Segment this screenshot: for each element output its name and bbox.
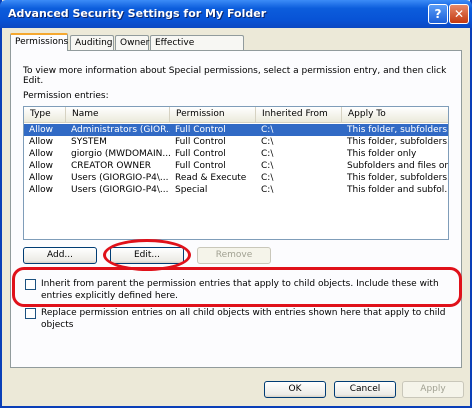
list-header: Type Name Permission Inherited From Appl… [24,107,448,123]
cell-inherited-from: C:\ [261,149,274,159]
replace-checkbox-label[interactable]: Replace permission entries on all child … [41,307,451,331]
tab-auditing[interactable]: Auditing [70,35,114,50]
cell-inherited-from: C:\ [261,161,274,171]
cell-type: Allow [29,173,54,183]
close-button[interactable]: ✕ [449,4,469,24]
cell-permission: Full Control [175,161,226,171]
column-header-type[interactable]: Type [24,107,66,122]
permission-entries-list[interactable]: Type Name Permission Inherited From Appl… [23,106,449,240]
table-row[interactable]: Allow Administrators (GIOR... Full Control… [24,124,448,136]
cell-type: Allow [29,149,54,159]
cell-inherited-from: C:\ [261,185,274,195]
ok-button[interactable]: OK [264,381,326,398]
tab-permissions[interactable]: Permissions [10,33,68,51]
remove-button: Remove [197,247,271,264]
permission-entries-label: Permission entries: [23,91,109,101]
apply-button: Apply [402,381,464,398]
column-header-inherited-from[interactable]: Inherited From [256,107,342,122]
replace-checkbox[interactable] [25,308,36,319]
cell-type: Allow [29,137,54,147]
cell-type: Allow [29,185,54,195]
cell-apply-to: This folder and subfol... [347,185,449,195]
cell-permission: Read & Execute [175,173,247,183]
column-header-name[interactable]: Name [66,107,170,122]
tab-owner[interactable]: Owner [115,35,149,50]
help-button[interactable]: ? [428,4,448,24]
inherit-highlight-box [12,267,462,307]
table-row[interactable]: Allow giorgio (MWDOMAIN... Full Control C:\… [24,148,448,160]
cell-name: SYSTEM [71,137,107,147]
cell-type: Allow [29,125,54,135]
cell-permission: Special [175,185,208,195]
cell-inherited-from: C:\ [261,125,274,135]
column-header-permission[interactable]: Permission [170,107,256,122]
cell-name: CREATOR OWNER [71,161,152,171]
permissions-panel: To view more information about Special p… [10,50,462,368]
column-header-apply-to[interactable]: Apply To [342,107,448,122]
table-row[interactable]: Allow Users (GIORGIO-P4\... Special C:\ This… [24,184,448,196]
cell-name: Users (GIORGIO-P4\... [71,185,169,195]
help-icon: ? [434,7,442,21]
window-title: Advanced Security Settings for My Folder [8,7,267,20]
cell-permission: Full Control [175,149,226,159]
cell-permission: Full Control [175,137,226,147]
cell-name: Administrators (GIOR... [71,125,170,135]
cell-name: giorgio (MWDOMAIN... [71,149,170,159]
table-row[interactable]: Allow SYSTEM Full Control C:\ This folder, s… [24,136,448,148]
cell-inherited-from: C:\ [261,173,274,183]
info-text: To view more information about Special p… [23,66,447,86]
add-button[interactable]: Add... [23,247,97,264]
close-icon: ✕ [453,7,465,21]
cell-apply-to: This folder only [347,149,417,159]
cell-apply-to: This folder, subfolders... [347,125,449,135]
title-bar[interactable]: Advanced Security Settings for My Folder… [0,0,472,28]
dialog-window: Advanced Security Settings for My Folder… [0,0,472,408]
cell-apply-to: Subfolders and files only [347,161,449,171]
cell-permission: Full Control [175,125,226,135]
tab-effective-permissions[interactable]: Effective Permissions [150,35,244,62]
cell-apply-to: This folder, subfolders... [347,137,449,147]
table-row[interactable]: Allow CREATOR OWNER Full Control C:\ Subfold… [24,160,448,172]
cell-apply-to: This folder, subfolders... [347,173,449,183]
table-row[interactable]: Allow Users (GIORGIO-P4\... Read & Execute… [24,172,448,184]
cancel-button[interactable]: Cancel [334,381,396,398]
cell-name: Users (GIORGIO-P4\... [71,173,169,183]
cell-inherited-from: C:\ [261,137,274,147]
cell-type: Allow [29,161,54,171]
